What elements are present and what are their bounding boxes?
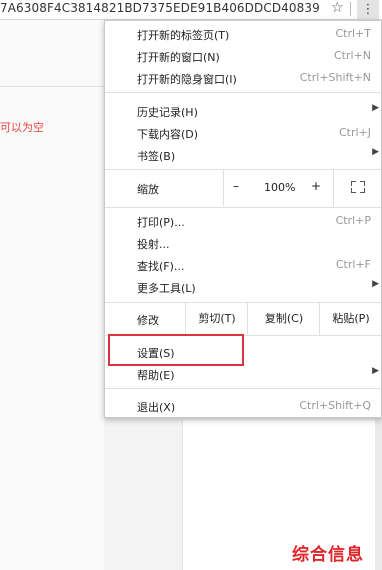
menu-item-shortcut: Ctrl+T [335,27,371,40]
menu-kebab-icon[interactable]: ⋮ [357,0,379,19]
address-bar[interactable]: 7A6308F4C3814821BD7375EDE91B406DDCD40839… [0,0,382,20]
settings-highlight-box [108,334,244,366]
menu-separator [105,207,381,208]
submenu-arrow-icon: ▶ [372,103,379,113]
menu-item-label: 书签(B) [137,150,176,163]
menu-item-label: 更多工具(L) [137,282,196,295]
paste-button[interactable]: 粘贴(P) [319,303,382,335]
page-divider [0,86,104,87]
menu-item-label: 退出(X) [137,401,176,414]
menu-item-label: 投射... [137,238,170,251]
fullscreen-icon[interactable] [351,181,365,193]
menu-item-new-window[interactable]: 打开新的窗口(N) Ctrl+N [105,45,381,67]
bookmark-star-icon[interactable]: ☆ [331,0,344,16]
toolbar-divider [350,2,351,16]
zoom-row: 缩放 – 100% + [105,170,381,206]
menu-separator [105,388,381,389]
menu-item-shortcut: Ctrl+Shift+Q [299,399,371,412]
zoom-label: 缩放 [137,183,159,196]
submenu-arrow-icon: ▶ [372,366,379,376]
submenu-arrow-icon: ▶ [372,279,379,289]
zoom-out-button[interactable]: – [233,179,239,193]
copy-button[interactable]: 复制(C) [247,303,320,335]
menu-item-exit[interactable]: 退出(X) Ctrl+Shift+Q [105,395,381,417]
menu-item-shortcut: Ctrl+P [335,214,371,227]
menu-item-label: 下载内容(D) [137,128,199,141]
menu-item-print[interactable]: 打印(P)... Ctrl+P [105,210,381,232]
menu-item-label: 帮助(E) [137,369,175,382]
url-text[interactable]: 7A6308F4C3814821BD7375EDE91B406DDCD40839 [0,1,320,15]
menu-item-label: 查找(F)... [137,260,185,273]
menu-item-shortcut: Ctrl+F [335,258,371,271]
cut-button[interactable]: 剪切(T) [185,303,248,335]
menu-item-new-incognito[interactable]: 打开新的隐身窗口(I) Ctrl+Shift+N [105,67,381,89]
zoom-divider [333,170,335,206]
menu-item-cast[interactable]: 投射... [105,232,381,254]
menu-item-label: 打印(P)... [137,216,185,229]
menu-item-downloads[interactable]: 下载内容(D) Ctrl+J [105,122,381,144]
menu-item-shortcut: Ctrl+Shift+N [299,71,371,84]
menu-item-shortcut: Ctrl+J [338,126,371,139]
menu-item-find[interactable]: 查找(F)... Ctrl+F [105,254,381,276]
menu-item-label: 历史记录(H) [137,106,198,119]
menu-separator [105,92,381,93]
menu-item-label: 打开新的窗口(N) [137,51,220,64]
zoom-in-button[interactable]: + [311,179,321,193]
page-red-text: 可以为空 [0,121,44,134]
page-content-left [0,20,104,570]
zoom-value: 100% [264,181,296,194]
menu-item-label: 打开新的隐身窗口(I) [137,73,237,86]
submenu-arrow-icon: ▶ [372,147,379,157]
menu-item-shortcut: Ctrl+N [333,49,371,62]
edit-row: 修改 剪切(T) 复制(C) 粘贴(P) [105,303,381,335]
menu-item-bookmarks[interactable]: 书签(B) ▶ [105,144,381,166]
watermark-text: 综合信息 [292,545,364,565]
zoom-divider [223,170,225,206]
menu-item-history[interactable]: 历史记录(H) ▶ [105,100,381,122]
menu-item-label: 打开新的标签页(T) [137,29,230,42]
menu-item-more-tools[interactable]: 更多工具(L) ▶ [105,276,381,298]
menu-item-new-tab[interactable]: 打开新的标签页(T) Ctrl+T [105,23,381,45]
edit-label: 修改 [137,314,159,327]
menu-item-help[interactable]: 帮助(E) ▶ [105,363,381,385]
